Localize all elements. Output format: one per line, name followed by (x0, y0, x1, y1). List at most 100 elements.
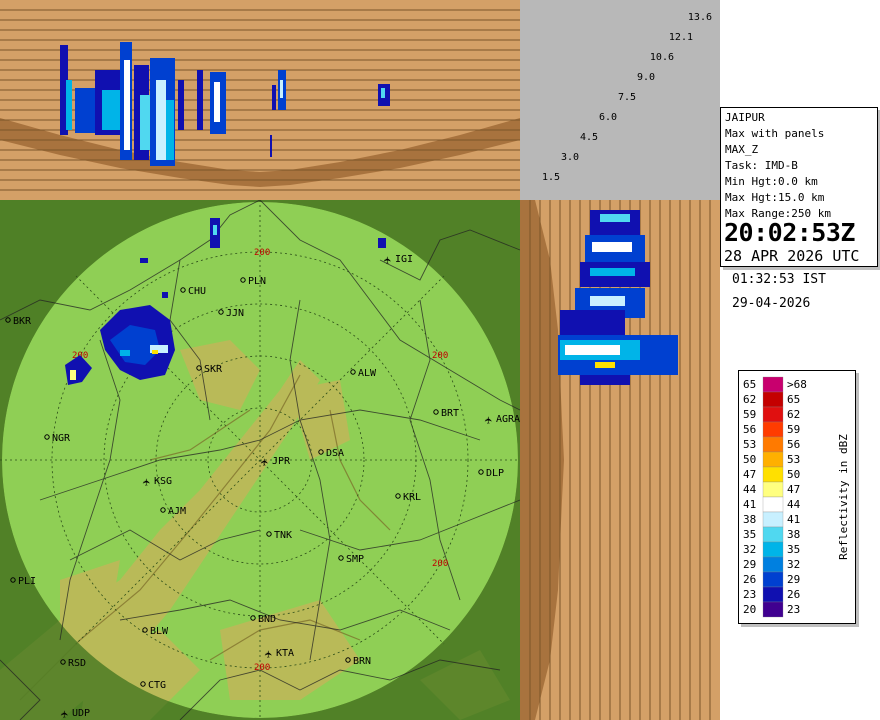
side-cone-shade (520, 200, 564, 720)
legend-swatch (762, 556, 784, 573)
radar-map-panel: 200 200 200 200 200 ✈IGIPLNCHUJJNBKRSKRA… (0, 200, 520, 720)
place-label: PLN (248, 276, 266, 287)
range-label-south: 200 (254, 663, 270, 673)
airport-icon: ✈ (139, 478, 154, 486)
legend-high-value: 53 (787, 453, 800, 466)
legend-high-value: 38 (787, 528, 800, 541)
height-label: 9.0 (637, 72, 655, 83)
airport-icon: ✈ (257, 458, 272, 466)
legend-low-value: 44 (743, 483, 757, 496)
legend-swatch (762, 391, 784, 408)
product-info-box: JAIPUR Max with panels MAX_Z Task: IMD-B… (720, 107, 878, 267)
legend-high-value: 29 (787, 573, 800, 586)
legend-swatch (762, 481, 784, 498)
place-label: KSG (154, 476, 172, 487)
height-label: 6.0 (599, 112, 617, 123)
place-label: CHU (188, 286, 206, 297)
legend-high-value: 56 (787, 438, 800, 451)
legend-swatch (762, 376, 784, 393)
legend-title: Reflectivity in dBZ (837, 434, 850, 560)
legend-low-value: 29 (743, 558, 756, 571)
product-mode: Max with panels (725, 127, 825, 140)
place-label: UDP (72, 708, 90, 719)
place-label: PLI (18, 576, 36, 587)
top-cross-section-svg (0, 9, 520, 200)
place-label: KRL (403, 492, 421, 503)
legend-low-value: 56 (743, 423, 756, 436)
height-label: 10.6 (650, 52, 674, 63)
legend-low-value: 23 (743, 588, 756, 601)
legend-high-value: 41 (787, 513, 800, 526)
legend-high-value: 44 (787, 498, 801, 511)
legend-low-value: 50 (743, 453, 756, 466)
place-label: BKR (13, 316, 32, 327)
legend-swatch (762, 586, 784, 603)
legend-high-value: 50 (787, 468, 800, 481)
legend-swatch (762, 496, 784, 513)
place-label: DLP (486, 468, 504, 479)
legend-low-value: 20 (743, 603, 756, 616)
height-label: 7.5 (618, 92, 636, 103)
place-label: BRN (353, 656, 371, 667)
legend-low-value: 53 (743, 438, 756, 451)
max-height: Max Hgt:15.0 km (725, 191, 825, 204)
legend-high-value: 35 (787, 543, 800, 556)
legend-svg: Reflectivity in dBZ 65 >68 62 65 59 62 56 59 53 5… (743, 376, 850, 618)
reflectivity-legend: Reflectivity in dBZ 65 >68 62 65 59 62 56 59 53 5… (738, 370, 856, 624)
legend-high-value: 62 (787, 408, 800, 421)
place-label: BND (258, 614, 276, 625)
height-label: 12.1 (669, 32, 693, 43)
legend-low-value: 32 (743, 543, 756, 556)
height-label: 1.5 (542, 172, 560, 183)
legend-swatch (762, 421, 784, 438)
place-label: IGI (395, 254, 413, 265)
place-label: SMP (346, 554, 364, 565)
airport-icon: ✈ (57, 710, 72, 718)
top-cross-section-panel (0, 0, 520, 200)
place-label: AGRA (496, 414, 520, 425)
ist-time: 01:32:53 IST (732, 272, 826, 287)
place-label: AJM (168, 506, 186, 517)
place-label: TNK (274, 530, 292, 541)
legend-swatch (762, 436, 784, 453)
place-label: KTA (276, 648, 294, 659)
legend-high-value: 23 (787, 603, 800, 616)
airport-icon: ✈ (261, 650, 276, 658)
min-height: Min Hgt:0.0 km (725, 175, 818, 188)
legend-swatch (762, 526, 784, 543)
legend-high-value: 32 (787, 558, 800, 571)
legend-high-value: 26 (787, 588, 800, 601)
legend-low-value: 59 (743, 408, 756, 421)
height-label: 3.0 (561, 152, 579, 163)
legend-swatch (762, 601, 784, 618)
side-cross-section-svg (520, 200, 711, 720)
utc-date: 28 APR 2026 UTC (724, 247, 860, 265)
legend-low-value: 35 (743, 528, 756, 541)
place-label: NGR (52, 433, 71, 444)
product-name: MAX_Z (725, 143, 759, 156)
place-label: DSA (326, 448, 344, 459)
legend-swatch (762, 451, 784, 468)
legend-swatch (762, 466, 784, 483)
radar-map-svg: 200 200 200 200 200 ✈IGIPLNCHUJJNBKRSKRA… (0, 200, 520, 720)
side-cross-section-panel (520, 200, 720, 720)
legend-high-value: >68 (787, 378, 807, 391)
place-label: ALW (358, 368, 377, 379)
legend-swatch (762, 511, 784, 528)
legend-low-value: 62 (743, 393, 756, 406)
place-label: BLW (150, 626, 169, 637)
legend-low-value: 47 (743, 468, 756, 481)
range-label-southeast: 200 (432, 559, 448, 569)
legend-low-value: 65 (743, 378, 756, 391)
airport-icon: ✈ (481, 416, 496, 424)
place-label: SKR (204, 364, 223, 375)
legend-low-value: 26 (743, 573, 756, 586)
legend-high-value: 47 (787, 483, 800, 496)
height-scale-svg: 13.6 12.1 10.6 9.07.56.04.53.01.5 (542, 12, 712, 183)
legend-low-value: 38 (743, 513, 756, 526)
place-label: CTG (148, 680, 166, 691)
utc-time: 20:02:53Z (724, 218, 855, 247)
place-label: JJN (226, 308, 244, 319)
station-name: JAIPUR (725, 111, 765, 124)
height-label: 13.6 (688, 12, 712, 23)
